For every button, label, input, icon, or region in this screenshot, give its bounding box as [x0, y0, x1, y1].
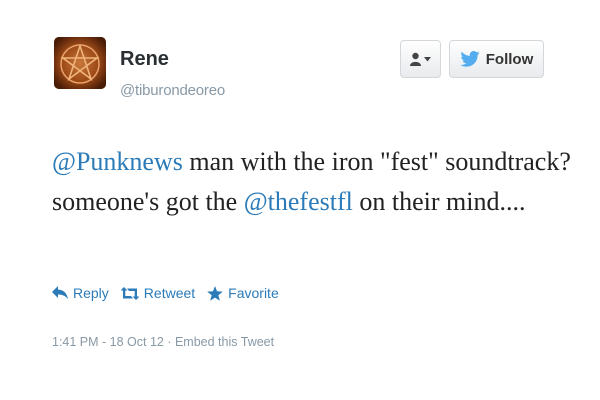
avatar-image	[54, 37, 106, 89]
retweet-icon	[120, 286, 139, 300]
user-actions-dropdown[interactable]	[400, 40, 441, 78]
twitter-bird-icon	[460, 51, 480, 67]
favorite-button[interactable]: Favorite	[207, 285, 279, 301]
favorite-label: Favorite	[228, 285, 279, 301]
retweet-button[interactable]: Retweet	[120, 285, 196, 301]
tweet-meta: 1:41 PM - 18 Oct 12 · Embed this Tweet	[52, 335, 274, 349]
retweet-label: Retweet	[143, 285, 196, 301]
tweet-text: @Punknews man with the iron "fest" sound…	[52, 142, 572, 222]
reply-label: Reply	[73, 285, 109, 301]
follow-button[interactable]: Follow	[449, 40, 544, 78]
user-name[interactable]: Rene	[120, 48, 169, 71]
reply-icon	[52, 286, 68, 299]
reply-button[interactable]: Reply	[52, 285, 109, 301]
follow-label: Follow	[485, 50, 534, 68]
meta-separator: ·	[163, 335, 175, 349]
user-icon	[410, 52, 421, 66]
mention-link[interactable]: @thefestfl	[244, 187, 353, 216]
caret-down-icon	[424, 56, 431, 61]
embed-tweet-link[interactable]: Embed this Tweet	[175, 335, 274, 349]
user-handle[interactable]: @tiburondeoreo	[120, 82, 225, 99]
tweet-card: Rene @tiburondeoreo Follow @Punknews man…	[0, 0, 600, 400]
avatar[interactable]	[54, 37, 106, 89]
mention-link[interactable]: @Punknews	[52, 147, 183, 176]
timestamp[interactable]: 1:41 PM - 18 Oct 12	[52, 335, 164, 349]
tweet-actions: Reply Retweet Favorite	[52, 281, 291, 305]
tweet-text-segment: on their mind....	[352, 187, 526, 216]
star-icon	[207, 285, 223, 301]
